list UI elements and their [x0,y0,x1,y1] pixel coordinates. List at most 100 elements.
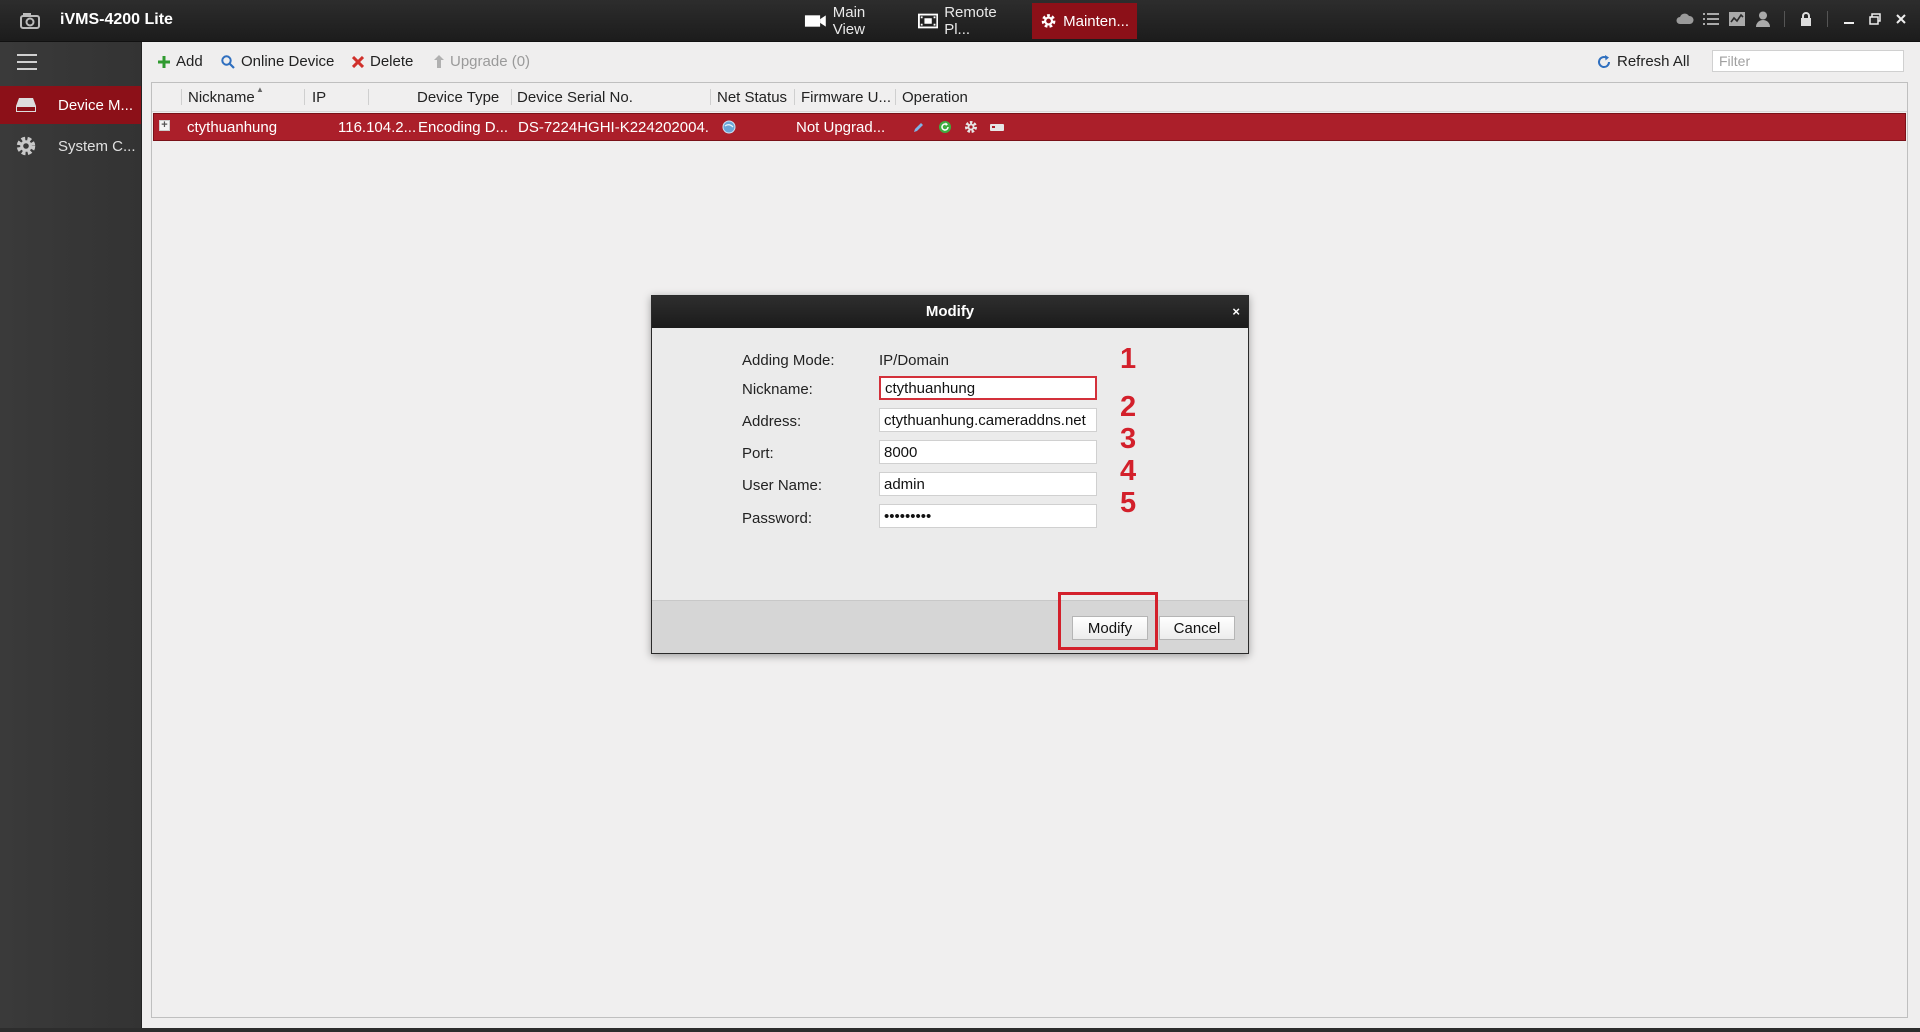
cell-ip: 116.104.2... [338,119,416,136]
sidebar: Device M... System C... [0,42,142,1032]
cell-nickname: ctythuanhung [187,119,278,136]
password-label: Password: [742,510,813,527]
net-status-online-icon [721,119,737,135]
list-icon[interactable] [1702,10,1720,28]
column-divider [304,89,305,105]
column-divider [710,89,711,105]
user-icon[interactable] [1754,10,1772,28]
column-header-net-status[interactable]: Net Status [717,89,787,106]
tab-remote-playback-label: Remote Pl... [944,4,997,38]
step-number-3: 3 [1120,423,1137,455]
close-icon[interactable] [1892,10,1910,28]
title-bar: iVMS-4200 Lite Main View Remote Pl... Ma… [0,0,1920,42]
dialog-header: Modify × [652,296,1248,328]
restore-icon[interactable] [1866,10,1884,28]
tray-divider [1784,11,1785,27]
gear-icon [14,135,38,157]
delete-x-icon [352,55,364,68]
upload-arrow-icon [434,55,444,68]
tab-main-view-label: Main View [832,4,866,38]
address-field[interactable] [879,408,1097,432]
cancel-button[interactable]: Cancel [1159,616,1235,640]
system-tray [1668,10,1910,28]
search-icon [221,54,235,69]
port-field[interactable] [879,440,1097,464]
tab-remote-playback[interactable]: Remote Pl... [910,3,1028,39]
step-number-4: 4 [1120,455,1137,487]
refresh-device-icon[interactable] [937,119,953,135]
column-divider [368,89,369,105]
cell-device-type: Encoding D... [418,119,509,136]
nickname-field[interactable] [879,376,1097,400]
refresh-icon [1597,54,1611,69]
column-divider [181,89,182,105]
username-label: User Name: [742,477,823,494]
column-divider [511,89,512,105]
tab-maintenance-label: Mainten... [1063,12,1129,30]
address-label: Address: [742,413,802,430]
password-field[interactable] [879,504,1097,528]
dialog-footer: Modify Cancel [652,600,1248,653]
cell-serial: DS-7224HGHI-K224202004... [518,119,710,136]
film-icon [918,13,939,29]
column-header-serial[interactable]: Device Serial No. [517,89,633,106]
upgrade-button-label: Upgrade (0) [450,53,531,70]
sidebar-item-device-management[interactable]: Device M... [0,86,141,124]
column-header-device-type[interactable]: Device Type [417,89,499,106]
sidebar-item-label: Device M... [58,96,134,114]
sort-ascending-icon: ▲ [256,85,264,94]
column-divider [895,89,896,105]
minimize-icon[interactable] [1840,10,1858,28]
lock-icon[interactable] [1797,10,1815,28]
step-number-2: 2 [1120,391,1137,423]
modify-dialog: Modify × Adding Mode: IP/Domain 1 Nickna… [651,295,1249,654]
username-field[interactable] [879,472,1097,496]
upgrade-button[interactable]: Upgrade (0) [434,53,530,70]
taskbar-strip [0,1028,1920,1032]
toolbar: Add Online Device Delete Upgrade (0) Ref… [141,42,1920,82]
dialog-close-icon[interactable]: × [1232,296,1240,328]
filter-input[interactable] [1712,50,1904,72]
app-logo-icon [18,8,44,34]
add-button-label: Add [176,53,203,70]
sidebar-item-label: System C... [58,137,136,155]
tray-divider [1827,11,1828,27]
delete-button-label: Delete [370,53,414,70]
delete-button[interactable]: Delete [352,53,413,70]
remote-config-gear-icon[interactable] [963,119,979,135]
device-icon [14,94,38,116]
refresh-all-button[interactable]: Refresh All [1597,53,1690,70]
refresh-all-label: Refresh All [1617,53,1690,70]
column-divider [794,89,795,105]
column-header-operation[interactable]: Operation [902,89,968,106]
dialog-title: Modify [925,303,975,320]
sidebar-item-system-configuration[interactable]: System C... [0,127,141,165]
step-number-5: 5 [1120,487,1137,519]
online-device-button[interactable]: Online Device [221,53,334,70]
cloud-icon[interactable] [1676,10,1694,28]
menu-icon[interactable] [17,54,37,72]
nickname-label: Nickname: [742,381,813,398]
column-header-firmware[interactable]: Firmware U... [801,89,891,106]
table-header: Nickname ▲ IP Device Type Device Serial … [152,83,1907,112]
column-header-nickname[interactable]: Nickname [188,89,255,106]
step-number-1: 1 [1120,343,1137,375]
add-button[interactable]: Add [158,53,203,70]
expand-row-icon[interactable]: + [159,120,170,131]
tab-maintenance[interactable]: Mainten... [1032,3,1137,39]
column-header-ip[interactable]: IP [312,89,326,106]
tab-main-view[interactable]: Main View [796,3,906,39]
monitor-chart-icon[interactable] [1728,10,1746,28]
adding-mode-label: Adding Mode: [742,352,835,369]
modify-button-highlight [1058,592,1158,650]
edit-pencil-icon[interactable] [911,119,927,135]
table-row[interactable]: + ctythuanhung 116.104.2... Encoding D..… [153,113,1906,141]
port-label: Port: [742,445,774,462]
cell-firmware: Not Upgrad... [796,119,886,136]
device-status-icon[interactable] [989,119,1005,135]
online-device-button-label: Online Device [241,53,335,70]
adding-mode-value: IP/Domain [879,352,950,369]
camera-icon [804,15,826,27]
app-title: iVMS-4200 Lite [60,11,173,28]
plus-icon [158,55,170,68]
